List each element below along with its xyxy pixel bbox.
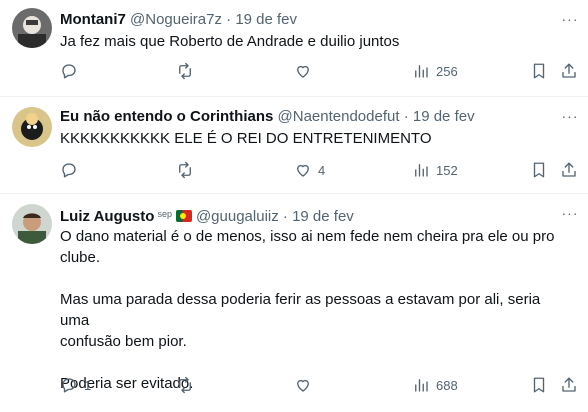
more-button[interactable]: ···: [560, 206, 580, 226]
views-count: 688: [436, 377, 458, 393]
share-icon: [562, 162, 576, 177]
retweet-icon: [179, 376, 191, 394]
tweet-line: O dano material é o de menos, isso ai ne…: [60, 228, 555, 245]
share-button[interactable]: [560, 376, 578, 394]
share-button[interactable]: [560, 161, 578, 179]
avatar-montani7[interactable]: [12, 8, 52, 48]
tweet-text: KKKKKKKKKKK ELE É O REI DO ENTRETENIMENT…: [60, 128, 572, 149]
like-button[interactable]: [294, 376, 318, 394]
like-count: 4: [318, 162, 326, 178]
share-button[interactable]: [560, 62, 578, 80]
views-button[interactable]: 152: [412, 161, 458, 179]
reply-count: 1: [84, 377, 92, 393]
tweet-naentendodefut[interactable]: Eu não entendo o Corinthians @Naentendod…: [0, 97, 588, 194]
retweet-button[interactable]: [176, 62, 200, 80]
like-button[interactable]: [294, 62, 318, 80]
like-button[interactable]: 4: [294, 161, 325, 179]
tweet-text: O dano material é o de menos, isso ai ne…: [60, 226, 572, 394]
tweet-header: Luiz Augusto sep @guugaluiiz · 19 de fev: [60, 204, 354, 227]
tweet-date[interactable]: 19 de fev: [413, 108, 475, 125]
separator-dot: ·: [226, 11, 232, 28]
tweet-actions: 4 152: [60, 161, 578, 183]
more-button[interactable]: ···: [560, 12, 580, 32]
like-icon: [297, 65, 309, 78]
tweet-line: confusão bem pior.: [60, 333, 187, 350]
author-handle[interactable]: @Nogueira7z: [130, 11, 222, 28]
bookmark-icon: [533, 162, 545, 178]
author-handle[interactable]: @guugaluiiz: [196, 208, 279, 225]
reply-icon: [62, 378, 76, 393]
reply-button[interactable]: [60, 161, 84, 179]
tweet-header: Eu não entendo o Corinthians @Naentendod…: [60, 107, 475, 127]
separator-dot: ·: [403, 108, 409, 125]
share-icon: [562, 377, 576, 392]
tweet-line: Ja fez mais que Roberto de Andrade e dui…: [60, 33, 400, 50]
tweet-actions: 1 688: [60, 376, 578, 398]
tweet-line: [60, 268, 572, 289]
avatar-naentendodefut[interactable]: [12, 107, 52, 147]
retweet-button[interactable]: [176, 376, 200, 394]
bookmark-icon: [533, 63, 545, 79]
tweet-date[interactable]: 19 de fev: [292, 208, 354, 225]
views-count: 256: [436, 63, 458, 79]
views-icon: [415, 164, 428, 177]
retweet-button[interactable]: [176, 161, 200, 179]
retweet-icon: [179, 161, 191, 179]
name-badge: sep: [157, 209, 172, 219]
tweet-line: [60, 352, 572, 373]
portugal-flag-icon: [175, 210, 192, 222]
author-name[interactable]: Luiz Augusto: [60, 208, 154, 225]
avatar-guugaluiiz[interactable]: [12, 204, 52, 244]
views-icon: [415, 65, 428, 78]
bookmark-icon: [533, 377, 545, 393]
reply-icon: [62, 64, 76, 79]
views-button[interactable]: 256: [412, 62, 458, 80]
separator-dot: ·: [282, 208, 288, 225]
share-icon: [562, 63, 576, 78]
tweet-guugaluiiz[interactable]: Luiz Augusto sep @guugaluiiz · 19 de fev ·…: [0, 194, 588, 412]
author-name[interactable]: Montani7: [60, 11, 126, 28]
views-count: 152: [436, 162, 458, 178]
tweet-line: Mas uma parada dessa poderia ferir as pe…: [60, 291, 541, 329]
reply-button[interactable]: [60, 62, 84, 80]
author-name[interactable]: Eu não entendo o Corinthians: [60, 108, 273, 125]
views-button[interactable]: 688: [412, 376, 458, 394]
retweet-icon: [179, 62, 191, 80]
tweet-actions: 256: [60, 62, 578, 84]
bookmark-button[interactable]: [530, 161, 548, 179]
tweet-line: clube.: [60, 249, 101, 266]
bookmark-button[interactable]: [530, 62, 548, 80]
tweet-text: Ja fez mais que Roberto de Andrade e dui…: [60, 31, 572, 52]
tweet-line: KKKKKKKKKKK ELE É O REI DO ENTRETENIMENT…: [60, 130, 432, 147]
reply-icon: [62, 163, 76, 178]
tweet-header: Montani7 @Nogueira7z · 19 de fev: [60, 10, 297, 30]
author-handle[interactable]: @Naentendodefut: [278, 108, 400, 125]
like-icon: [297, 164, 309, 177]
tweet-montani7[interactable]: Montani7 @Nogueira7z · 19 de fev ··· Ja …: [0, 0, 588, 97]
like-icon: [297, 379, 309, 392]
tweet-date[interactable]: 19 de fev: [235, 11, 297, 28]
views-icon: [415, 379, 428, 392]
reply-button[interactable]: 1: [60, 376, 91, 394]
more-button[interactable]: ···: [560, 109, 580, 129]
bookmark-button[interactable]: [530, 376, 548, 394]
